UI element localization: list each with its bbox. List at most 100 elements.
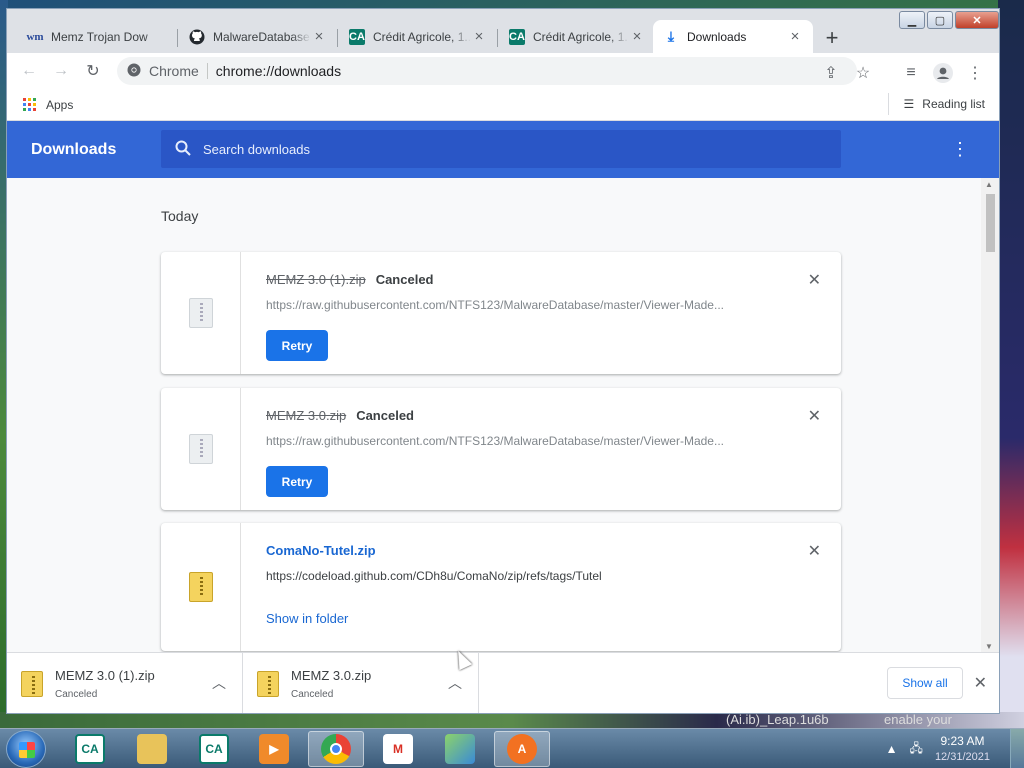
maximize-button[interactable]: ▢	[927, 11, 953, 29]
reading-list-button[interactable]: ☰ Reading list	[887, 93, 985, 115]
start-button[interactable]	[6, 730, 46, 768]
tab-malware-database[interactable]: MalwareDatabase ×	[179, 20, 337, 53]
desktop-peek-text: (Ai.ib)_Leap.1u6b	[726, 712, 829, 727]
github-icon	[189, 29, 205, 45]
more-actions-icon[interactable]: ⋮	[951, 139, 969, 160]
file-icon-column	[161, 523, 241, 651]
browser-toolbar: ← → ↻ Chrome chrome://downloads ⇪ ☆ ≡ ⋮	[7, 53, 999, 89]
taskbar-credit-agricole[interactable]: CA	[62, 731, 118, 767]
show-desktop-button[interactable]	[1010, 729, 1024, 768]
download-url: https://codeload.github.com/CDh8u/ComaNo…	[266, 569, 602, 583]
remove-from-list-icon[interactable]: ✕	[808, 541, 821, 561]
file-name-text: MEMZ 3.0 (1).zip	[266, 272, 366, 287]
folder-icon	[137, 734, 167, 764]
download-url: https://raw.githubusercontent.com/NTFS12…	[266, 434, 724, 448]
download-url: https://raw.githubusercontent.com/NTFS12…	[266, 298, 724, 312]
shelf-item[interactable]: MEMZ 3.0.zip Canceled ︿	[243, 653, 479, 713]
downloads-header: Downloads ⋮	[7, 121, 999, 178]
taskbar-chrome[interactable]	[308, 731, 364, 767]
gmail-icon: M	[383, 734, 413, 764]
page-scrollbar[interactable]: ▲ ▼	[981, 178, 999, 652]
download-item: MEMZ 3.0.zip Canceled https://raw.githubu…	[161, 388, 841, 510]
search-icon	[175, 140, 191, 159]
wm-favicon: wm	[26, 30, 44, 43]
close-tab-icon[interactable]: ×	[787, 28, 803, 45]
taskbar-media-player[interactable]: ▶	[246, 731, 302, 767]
browser-menu-icon[interactable]: ⋮	[959, 57, 991, 89]
tab-title: Downloads	[687, 29, 747, 44]
omnibox-site-label: Chrome	[149, 63, 199, 79]
zip-file-icon	[21, 671, 43, 697]
retry-button[interactable]: Retry	[266, 466, 328, 497]
search-input[interactable]	[203, 141, 803, 157]
desktop-peek-text: enable your	[884, 712, 952, 727]
file-icon-column	[161, 388, 241, 510]
download-item: ComaNo-Tutel.zip https://codeload.github…	[161, 523, 841, 651]
tab-title: Crédit Agricole, 1...	[533, 29, 629, 44]
scroll-down-arrow-icon[interactable]: ▼	[985, 642, 993, 651]
profile-avatar-icon[interactable]	[927, 57, 959, 89]
tray-expand-icon[interactable]: ▲	[886, 742, 898, 756]
new-tab-button[interactable]: +	[819, 25, 845, 51]
chevron-up-icon[interactable]: ︿	[212, 673, 226, 693]
close-tab-icon[interactable]: ×	[471, 28, 487, 45]
page-title: Downloads	[31, 141, 117, 158]
retry-button[interactable]: Retry	[266, 330, 328, 361]
download-icon: ⤓	[667, 28, 675, 44]
tab-downloads[interactable]: ⤓ Downloads ×	[653, 20, 813, 53]
window-close-button[interactable]: ✕	[955, 11, 999, 29]
file-icon-column	[161, 252, 241, 374]
chrome-window: wm Memz Trojan Dow MalwareDatabase × CA …	[6, 8, 1000, 714]
download-item: MEMZ 3.0 (1).zip Canceled https://raw.git…	[161, 252, 841, 374]
close-shelf-icon[interactable]: ✕	[974, 673, 987, 693]
downloads-list: Today MEMZ 3.0 (1).zip Canceled https://r…	[7, 178, 983, 652]
toolbar-right: ≡ ⋮	[895, 57, 991, 89]
network-icon[interactable]: 🖧	[910, 739, 923, 760]
media-player-icon: ▶	[259, 734, 289, 764]
back-button[interactable]: ←	[13, 55, 45, 87]
tab-credit-agricole-1[interactable]: CA Crédit Agricole, 1... ×	[339, 20, 497, 53]
download-file-name: MEMZ 3.0.zip Canceled	[266, 408, 414, 423]
show-in-folder-link[interactable]: Show in folder	[266, 611, 348, 626]
credit-agricole-icon: CA	[199, 734, 229, 764]
download-file-link[interactable]: ComaNo-Tutel.zip	[266, 543, 376, 558]
remove-from-list-icon[interactable]: ✕	[808, 406, 821, 426]
minimize-button[interactable]: ▁	[899, 11, 925, 29]
taskbar-explorer[interactable]	[124, 731, 180, 767]
shelf-file-name: MEMZ 3.0 (1).zip	[55, 668, 155, 683]
chevron-up-icon[interactable]: ︿	[448, 673, 462, 693]
reload-button[interactable]: ↻	[77, 55, 109, 87]
address-bar[interactable]: Chrome chrome://downloads	[117, 57, 857, 85]
omnibox-divider	[206, 63, 208, 79]
share-icon[interactable]: ⇪	[815, 57, 847, 89]
tab-memz-trojan[interactable]: wm Memz Trojan Dow	[17, 20, 177, 53]
tab-separator	[337, 29, 338, 47]
bookmark-star-icon[interactable]: ☆	[847, 57, 879, 89]
shelf-file-name: MEMZ 3.0.zip	[291, 668, 372, 683]
file-icon	[188, 298, 213, 328]
show-all-button[interactable]: Show all	[887, 667, 963, 699]
clock[interactable]: 9:23 AM 12/31/2021	[935, 733, 990, 765]
app-icon	[445, 734, 475, 764]
shelf-item[interactable]: MEMZ 3.0 (1).zip Canceled ︿	[7, 653, 243, 713]
apps-grid-icon	[23, 98, 36, 111]
taskbar-avast[interactable]: A	[494, 731, 550, 767]
taskbar-gmail[interactable]: M	[370, 731, 426, 767]
taskbar-credit-agricole-2[interactable]: CA	[186, 731, 242, 767]
reading-list-label: Reading list	[922, 97, 985, 111]
credit-agricole-icon: CA	[349, 28, 365, 45]
apps-shortcut[interactable]: Apps	[46, 98, 73, 112]
taskbar-app[interactable]	[432, 731, 488, 767]
omnibox-url: chrome://downloads	[215, 63, 342, 79]
forward-button[interactable]: →	[45, 55, 77, 87]
tab-strip: wm Memz Trojan Dow MalwareDatabase × CA …	[7, 9, 999, 53]
close-tab-icon[interactable]: ×	[629, 28, 645, 45]
scrollbar-thumb[interactable]	[986, 194, 995, 252]
reading-list-icon: ☰	[903, 97, 915, 111]
close-tab-icon[interactable]: ×	[311, 28, 327, 45]
tab-credit-agricole-2[interactable]: CA Crédit Agricole, 1... ×	[499, 20, 655, 53]
scroll-up-arrow-icon[interactable]: ▲	[985, 180, 993, 189]
tab-separator	[177, 29, 178, 47]
media-control-icon[interactable]: ≡	[895, 57, 927, 89]
remove-from-list-icon[interactable]: ✕	[808, 270, 821, 290]
